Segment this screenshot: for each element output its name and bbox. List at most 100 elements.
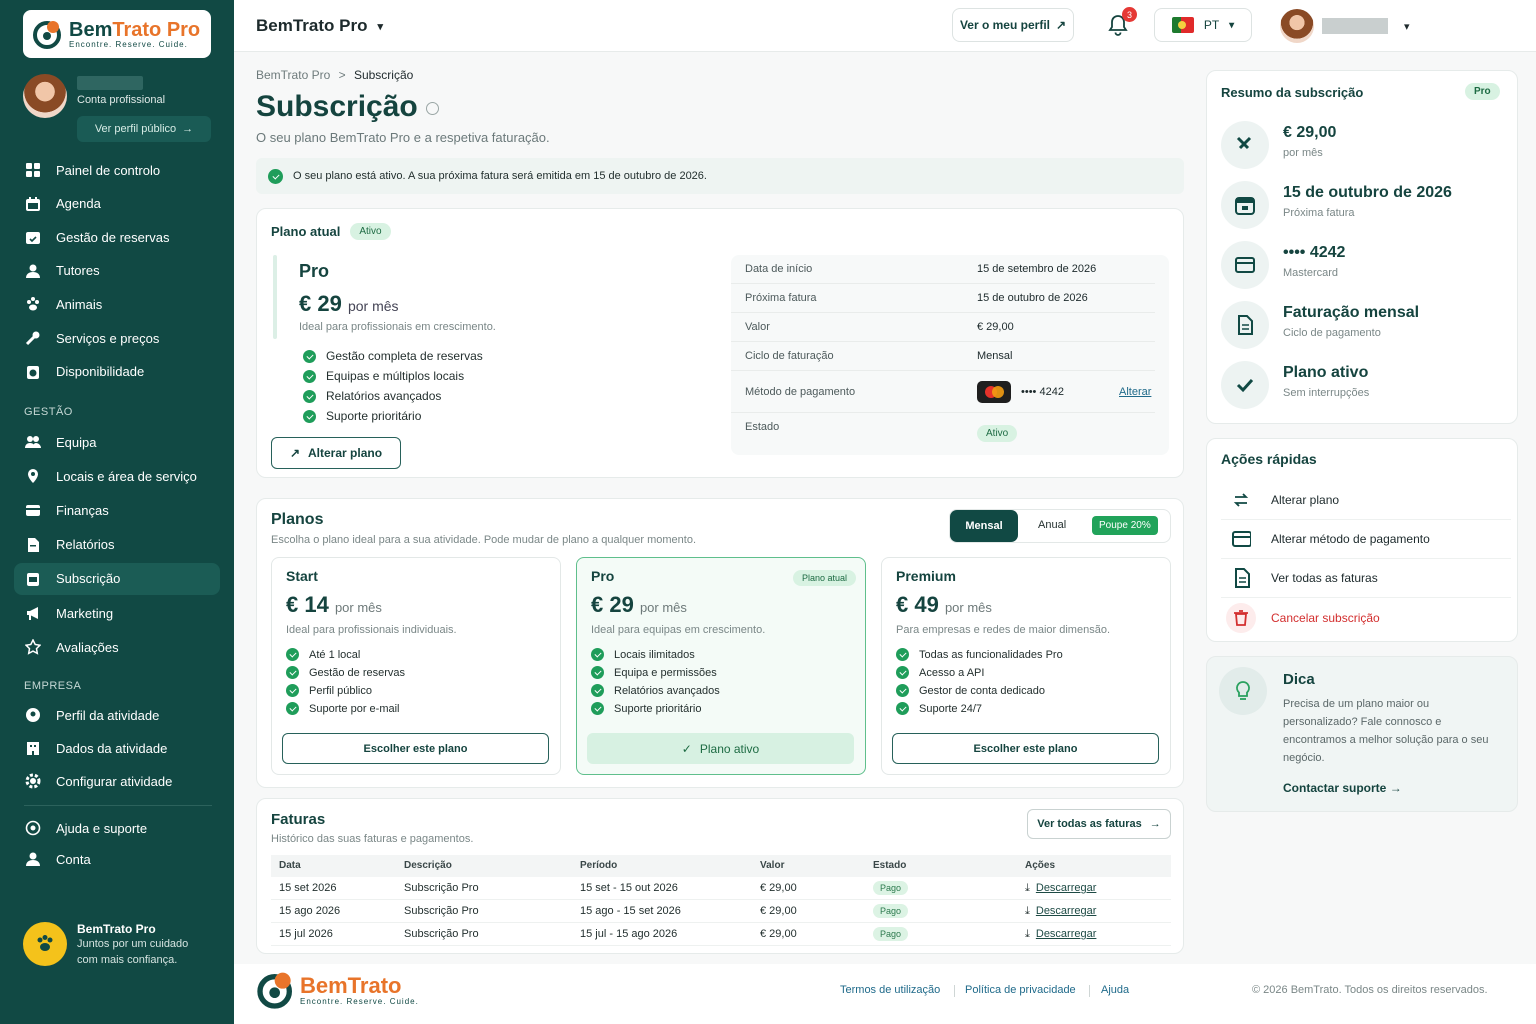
sidebar-item-empresa-2[interactable]: Configurar atividade: [14, 765, 220, 797]
column-header: Período: [580, 860, 618, 871]
quick-actions: Ações rápidas Alterar plano Alterar métod…: [1206, 438, 1518, 642]
sidebar-item-label: Locais e área de serviço: [56, 468, 197, 484]
sidebar-item-bottom-0[interactable]: Ajuda e suporte: [14, 812, 220, 844]
sidebar-item-main-6[interactable]: Disponibilidade: [14, 356, 220, 388]
contact-support-link[interactable]: Contactar suporte →: [1283, 781, 1402, 795]
plans-title: Planos: [271, 511, 324, 528]
sidebar-item-gestao-2[interactable]: Finanças: [14, 494, 220, 526]
page-footer: BemTrato Encontre. Reserve. Cuide. Termo…: [234, 964, 1536, 1024]
sidebar-item-label: Marketing: [56, 605, 114, 621]
feature-item: Perfil público: [286, 684, 405, 697]
change-plan-button[interactable]: ↗ Alterar plano: [271, 437, 401, 469]
arrow-right-icon: →: [1149, 818, 1161, 830]
current-plan-badge: Plano atual: [793, 570, 857, 586]
language-selector[interactable]: PT ▾: [1154, 8, 1252, 42]
summary-item: Faturação mensal Ciclo de pagamento: [1221, 301, 1419, 349]
table-cell: Subscrição Pro: [404, 882, 479, 894]
sidebar-item-main-3[interactable]: Tutores: [14, 255, 220, 287]
sidebar-item-gestao-3[interactable]: Relatórios: [14, 529, 220, 561]
user-profile: Conta profissional: [23, 74, 165, 118]
plan-name: Premium: [896, 568, 956, 584]
sidebar-item-empresa-1[interactable]: Dados da atividade: [14, 732, 220, 764]
check-circle-icon: [303, 409, 316, 423]
calendar-check-icon: [24, 228, 42, 246]
sidebar-item-gestao-0[interactable]: Equipa: [14, 426, 220, 458]
plan-active-button[interactable]: ✓ Plano ativo: [587, 733, 854, 764]
avatar[interactable]: [23, 74, 67, 118]
divider: [24, 805, 212, 806]
change-payment-link[interactable]: Alterar: [1119, 386, 1151, 398]
sidebar-item-label: Conta: [56, 851, 91, 867]
status-badge: Pago: [873, 927, 909, 941]
breadcrumb: BemTrato Pro > Subscrição: [256, 68, 414, 82]
chevron-down-icon: ▾: [1229, 19, 1235, 31]
sidebar-item-gestao-4[interactable]: Subscrição: [14, 562, 220, 595]
feature-item: Até 1 local: [286, 648, 405, 661]
calendar-icon: [1221, 181, 1269, 229]
app-logo[interactable]: BemTrato Pro Encontre. Reserve. Cuide.: [23, 10, 211, 58]
quick-action-1[interactable]: Alterar método de pagamento: [1221, 520, 1511, 559]
table-row: 15 ago 2026 Subscrição Pro 15 ago - 15 set…: [271, 900, 1171, 923]
column-header: Valor: [760, 860, 785, 871]
footer-logo[interactable]: BemTrato Encontre. Reserve. Cuide.: [256, 970, 419, 1010]
feature-item: Relatórios avançados: [303, 389, 483, 403]
account-menu[interactable]: ▾: [1280, 9, 1410, 43]
sidebar-item-bottom-1[interactable]: Conta: [14, 843, 220, 875]
footer-link-help[interactable]: Ajuda: [1101, 984, 1129, 996]
sidebar-item-empresa-0[interactable]: Perfil da atividade: [14, 699, 220, 731]
toggle-monthly[interactable]: Mensal: [950, 510, 1018, 542]
wallet-icon: [24, 501, 42, 519]
dog-logo-icon: [257, 972, 292, 1009]
summary-item: •••• 4242 Mastercard: [1221, 241, 1345, 289]
download-link[interactable]: ⤓ Descarregar: [1025, 928, 1096, 941]
choose-plan-button[interactable]: Escolher este plano: [892, 733, 1159, 764]
sidebar-item-gestao-5[interactable]: Marketing: [14, 597, 220, 629]
info-icon[interactable]: [425, 101, 439, 115]
plan-name: Start: [286, 568, 318, 584]
card-icon: [1221, 241, 1269, 289]
invoices-subtitle: Histórico das suas faturas e pagamentos.: [271, 833, 474, 845]
gear-icon: [24, 772, 42, 790]
swap-icon: [1231, 491, 1251, 509]
sidebar-item-label: Avaliações: [56, 639, 119, 655]
download-link[interactable]: ⤓ Descarregar: [1025, 905, 1096, 918]
accent-bar: [273, 255, 277, 339]
toggle-annual[interactable]: Anual: [1038, 519, 1066, 531]
view-my-profile-button[interactable]: Ver o meu perfil ↗: [952, 8, 1074, 42]
status-alert: O seu plano está ativo. A sua próxima fa…: [256, 158, 1184, 194]
invoices-card: Faturas Histórico das suas faturas e pag…: [256, 798, 1184, 954]
sidebar-item-gestao-1[interactable]: Locais e área de serviço: [14, 460, 220, 492]
notification-count-badge: 3: [1122, 7, 1137, 22]
summary-item: Plano ativo Sem interrupções: [1221, 361, 1369, 409]
download-link[interactable]: ⤓ Descarregar: [1025, 882, 1096, 895]
sidebar-item-label: Finanças: [56, 502, 109, 518]
plan-details: Data de início 15 de setembro de 2026 Próx…: [731, 255, 1169, 455]
view-all-invoices-button[interactable]: Ver todas as faturas →: [1027, 809, 1171, 839]
user-name-redacted: [1322, 18, 1388, 34]
sidebar-item-main-1[interactable]: Agenda: [14, 188, 220, 220]
user-name-redacted: [77, 76, 143, 90]
sidebar-item-main-2[interactable]: Gestão de reservas: [14, 221, 220, 253]
sidebar-item-label: Subscrição: [56, 571, 121, 587]
sidebar-item-gestao-6[interactable]: Avaliações: [14, 631, 220, 663]
column-header: Descrição: [404, 860, 452, 871]
plan-feature-list: Locais ilimitados Equipa e permissões Rela…: [591, 648, 720, 720]
detail-row: Valor € 29,00: [731, 313, 1155, 342]
plan-feature-list: Todas as funcionalidades Pro Acesso a API…: [896, 648, 1063, 720]
sidebar-item-main-4[interactable]: Animais: [14, 288, 220, 320]
invoices-table-header: Data Descrição Período Valor Estado Ações: [271, 855, 1171, 877]
footer-link-privacy[interactable]: Política de privacidade: [965, 984, 1076, 996]
quick-action-0[interactable]: Alterar plano: [1221, 481, 1511, 520]
sidebar-item-main-5[interactable]: Serviços e preços: [14, 322, 220, 354]
quick-action-3[interactable]: Cancelar subscrição: [1221, 598, 1511, 637]
view-public-profile-button[interactable]: Ver perfil público →: [77, 116, 211, 142]
workspace-switcher[interactable]: BemTrato Pro ▾: [256, 16, 383, 36]
sidebar-item-main-0[interactable]: Painel de controlo: [14, 154, 220, 186]
footer-link-terms[interactable]: Termos de utilização: [840, 984, 940, 996]
sidebar-item-label: Configurar atividade: [56, 773, 173, 789]
clock-icon: [24, 363, 42, 381]
quick-action-2[interactable]: Ver todas as faturas: [1221, 559, 1511, 598]
sidebar-item-label: Perfil da atividade: [56, 707, 160, 723]
breadcrumb-root[interactable]: BemTrato Pro: [256, 68, 330, 82]
choose-plan-button[interactable]: Escolher este plano: [282, 733, 549, 764]
